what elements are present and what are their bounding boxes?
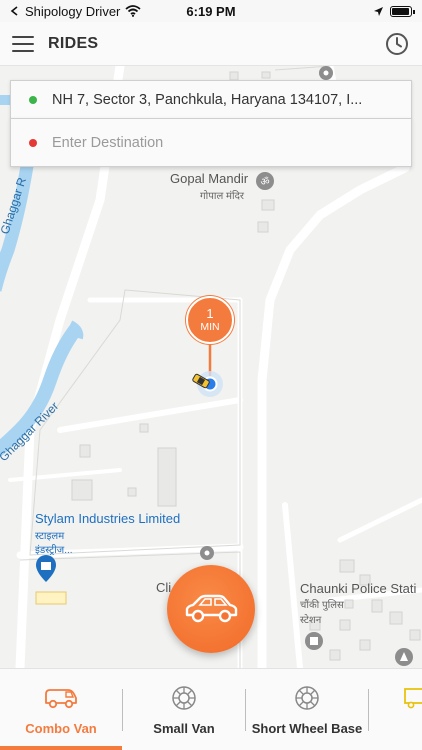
tab-more-vehicles[interactable]: M <box>369 669 422 745</box>
tab-small-van[interactable]: Small Van <box>123 669 245 745</box>
request-ride-button[interactable] <box>167 565 255 653</box>
map-label-gopal-mandir-hindi: गोपाल मंदिर <box>200 190 245 202</box>
map-label-chaunki-police: Chaunki Police Stati <box>300 581 416 596</box>
app-header: RIDES <box>0 22 422 66</box>
menu-button[interactable] <box>12 35 34 52</box>
eta-unit: MIN <box>200 321 220 333</box>
map-label-chaunki-hindi-1: चौंकी पुलिस <box>300 599 344 611</box>
eta-bubble: 1 MIN <box>186 296 234 344</box>
tab-label: Short Wheel Base <box>251 721 363 736</box>
destination-input[interactable] <box>52 134 392 151</box>
truck-icon <box>401 685 422 711</box>
tab-label: Combo Van <box>25 721 97 736</box>
tab-label: Small Van <box>153 721 215 736</box>
menu-line <box>12 49 34 52</box>
svg-text:ॐ: ॐ <box>260 176 269 188</box>
battery-icon <box>390 5 415 17</box>
police-pin-icon <box>305 632 323 650</box>
rides-screen: Shipology Driver 6:19 PM RIDES ॐ Gopal M… <box>0 0 422 750</box>
gopal-mandir-pin-icon: ॐ <box>256 172 274 190</box>
status-time: 6:19 PM <box>186 3 236 19</box>
destination-field[interactable] <box>10 118 412 167</box>
page-title: RIDES <box>48 34 99 52</box>
map-label-stylam: Stylam Industries Limited <box>35 511 180 526</box>
pickup-location-field[interactable]: NH 7, Sector 3, Panchkula, Haryana 13410… <box>10 80 412 120</box>
car-icon <box>185 594 238 623</box>
temple-pin-icon <box>395 648 413 666</box>
van-icon <box>44 685 78 711</box>
map-pin-top-icon <box>319 66 333 80</box>
map-label-chaunki-hindi-2: स्टेशन <box>300 614 322 626</box>
destination-dot-icon <box>29 138 37 147</box>
pickup-dot-icon <box>29 96 37 104</box>
history-clock-icon[interactable] <box>384 31 410 57</box>
map-label-stylam-hindi-2: इंडस्ट्रीज... <box>35 544 73 556</box>
map-label-stylam-hindi-1: स्टाइलम <box>35 531 65 542</box>
vehicle-type-tabs: Combo Van Small Van Short Wheel Base <box>0 668 422 750</box>
map-label-gopal-mandir: Gopal Mandir <box>170 171 249 186</box>
status-bar: Shipology Driver 6:19 PM <box>0 0 422 22</box>
pickup-address: NH 7, Sector 3, Panchkula, Haryana 13410… <box>52 92 363 108</box>
tab-combo-van[interactable]: Combo Van <box>0 669 122 745</box>
wheel-icon <box>290 685 324 711</box>
tab-short-wheel-base[interactable]: Short Wheel Base <box>246 669 368 745</box>
menu-line <box>12 42 34 45</box>
eta-value: 1 <box>206 306 214 321</box>
menu-line <box>12 35 34 38</box>
map-pin-center-icon <box>200 546 214 560</box>
active-tab-indicator <box>0 746 122 750</box>
wheel-icon <box>167 685 201 711</box>
